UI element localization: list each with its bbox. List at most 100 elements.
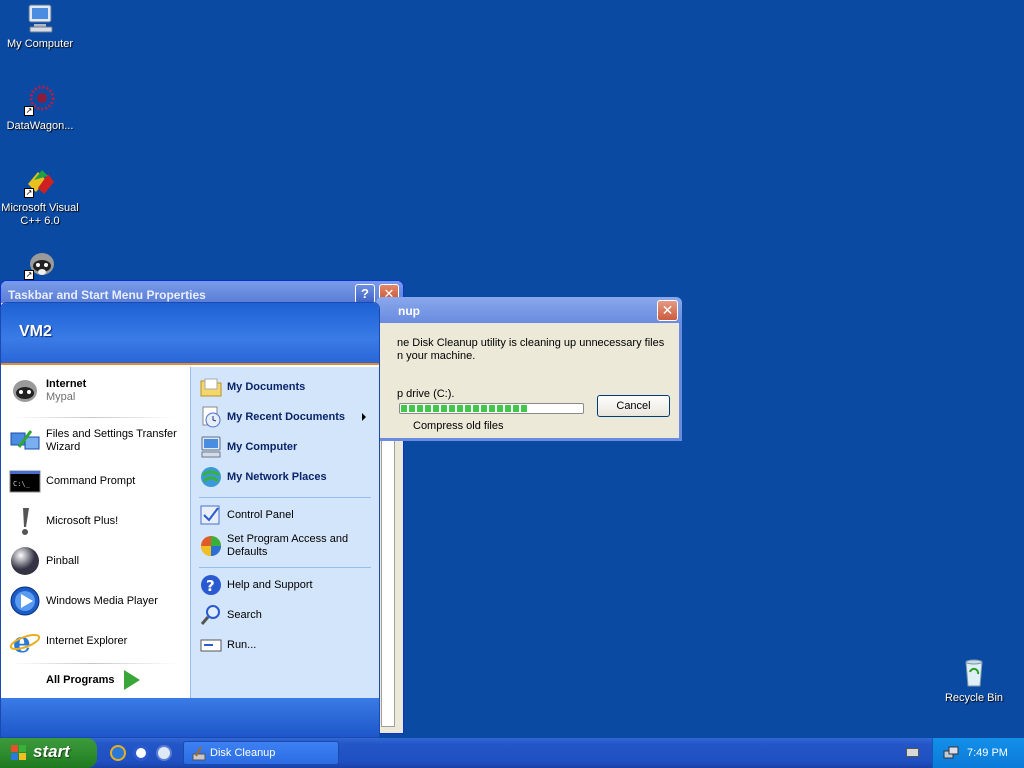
menu-item-internet-explorer[interactable]: e Internet Explorer: [9, 625, 128, 659]
disk-cleanup-dialog: nup ✕ ne Disk Cleanup utility is cleanin…: [376, 297, 682, 441]
help-button[interactable]: ?: [355, 284, 375, 304]
datawagon-icon: ↗: [24, 84, 56, 116]
quicklaunch-media-icon[interactable]: [156, 745, 172, 761]
keyboard-icon[interactable]: [906, 748, 919, 757]
menu-item-microsoft-plus[interactable]: Microsoft Plus!: [9, 505, 118, 537]
progress-fill: [401, 405, 528, 412]
drive-text: p drive (C:).: [397, 388, 455, 400]
menu-item-label: Search: [227, 608, 262, 621]
svg-text:C:\_: C:\_: [13, 480, 31, 488]
menu-item-label: My Recent Documents: [227, 410, 345, 423]
menu-item-my-computer[interactable]: My Computer: [199, 435, 297, 459]
quicklaunch-browser-icon[interactable]: [133, 745, 149, 761]
start-menu-header: VM2: [1, 303, 379, 365]
cancel-button[interactable]: Cancel: [597, 395, 670, 417]
desktop-icon-label: My Computer: [6, 38, 74, 50]
menu-item-files-transfer[interactable]: Files and Settings Transfer Wizard: [9, 425, 177, 457]
recycle-bin-icon: [958, 656, 990, 688]
desktop-icon-label: Recycle Bin: [944, 692, 1004, 704]
menu-item-network-places[interactable]: My Network Places: [199, 465, 327, 489]
taskbar: start Disk Cleanup 7:49 PM: [0, 738, 1024, 768]
user-name: VM2: [19, 323, 52, 340]
menu-separator: [199, 567, 371, 568]
start-menu: VM2 Internet Mypal Files and Settings Tr…: [0, 302, 380, 738]
pinned-subtitle: Mypal: [46, 391, 76, 403]
submenu-arrow-icon: [362, 413, 366, 421]
recent-documents-icon: [199, 405, 223, 429]
windows-logo-icon: [11, 745, 28, 761]
menu-item-label: Files and Settings Transfer Wizard: [46, 428, 177, 453]
pinned-title: Internet: [46, 378, 87, 390]
command-prompt-icon: C:\_: [9, 465, 41, 497]
window-title-bar[interactable]: nup ✕: [376, 297, 682, 323]
program-access-icon: [199, 534, 223, 558]
visual-cpp-icon: ↗: [24, 166, 56, 198]
clock[interactable]: 7:49 PM: [967, 747, 1008, 759]
menu-separator: [11, 417, 176, 418]
run-icon: [199, 633, 223, 657]
desktop-icon-raccoon[interactable]: ↗: [0, 248, 80, 284]
window-title: Taskbar and Start Menu Properties: [8, 288, 206, 302]
menu-item-label: Pinball: [46, 554, 80, 567]
quicklaunch-ie-icon[interactable]: [110, 745, 126, 761]
network-places-icon: [199, 465, 223, 489]
search-icon: [199, 603, 223, 627]
menu-item-help-support[interactable]: ? Help and Support: [199, 573, 313, 597]
system-tray: 7:49 PM: [932, 738, 1024, 768]
menu-item-label: My Documents: [227, 380, 306, 393]
menu-item-search[interactable]: Search: [199, 603, 262, 627]
menu-item-label: Internet Explorer: [46, 634, 128, 647]
disk-cleanup-icon: [192, 746, 206, 761]
menu-item-recent-documents[interactable]: My Recent Documents: [199, 405, 374, 429]
menu-item-my-documents[interactable]: My Documents: [199, 375, 305, 399]
all-programs-label: All Programs: [46, 674, 115, 686]
menu-item-program-access[interactable]: Set Program Access and Defaults: [199, 533, 348, 559]
menu-item-windows-media-player[interactable]: Windows Media Player: [9, 585, 158, 617]
my-computer-icon: [24, 2, 56, 34]
menu-item-control-panel[interactable]: Control Panel: [199, 503, 294, 527]
menu-item-label: Control Panel: [227, 508, 294, 521]
menu-separator: [199, 497, 371, 498]
shortcut-arrow-icon: ↗: [24, 188, 34, 198]
taskbar-button-disk-cleanup[interactable]: Disk Cleanup: [183, 741, 339, 765]
close-button[interactable]: ✕: [657, 300, 678, 321]
desktop-icon-datawagon[interactable]: ↗ DataWagon...: [0, 84, 80, 133]
transfer-wizard-icon: [9, 425, 41, 457]
start-menu-right-pane: My Documents My Recent Documents My Comp…: [190, 367, 379, 698]
cleanup-status: Compress old files: [413, 420, 504, 432]
menu-item-label: Help and Support: [227, 578, 313, 591]
cleanup-progress-bar: [399, 403, 584, 414]
folder-documents-icon: [199, 375, 223, 399]
window-title-bar[interactable]: Taskbar and Start Menu Properties ? ✕: [1, 281, 403, 304]
menu-item-run[interactable]: Run...: [199, 633, 256, 657]
pinned-internet[interactable]: Internet Mypal: [9, 375, 86, 407]
internet-explorer-icon: e: [9, 625, 41, 659]
desktop-icon-visual-cpp[interactable]: ↗ Microsoft Visual C++ 6.0: [0, 166, 80, 228]
menu-item-label: Microsoft Plus!: [46, 514, 119, 527]
start-menu-footer: [1, 698, 379, 737]
raccoon-browser-icon: [9, 375, 41, 407]
desktop-icon-label: Microsoft Visual C++ 6.0: [1, 202, 79, 227]
all-programs-button[interactable]: All Programs: [46, 670, 141, 690]
window-title: nup: [398, 304, 420, 318]
menu-separator: [11, 663, 176, 664]
desktop-icon-my-computer[interactable]: My Computer: [0, 2, 80, 51]
control-panel-icon: [199, 503, 223, 527]
my-computer-icon: [199, 435, 223, 459]
network-tray-icon[interactable]: [943, 745, 959, 761]
menu-item-label: My Computer: [227, 440, 298, 453]
media-player-icon: [9, 585, 41, 617]
shortcut-arrow-icon: ↗: [24, 106, 34, 116]
start-menu-left-pane: Internet Mypal Files and Settings Transf…: [1, 367, 190, 698]
arrow-right-icon: [124, 670, 141, 690]
pinball-icon: [9, 545, 41, 577]
desktop-icon-recycle-bin[interactable]: Recycle Bin: [934, 656, 1014, 705]
cleanup-message: ne Disk Cleanup utility is cleaning up u…: [397, 337, 665, 362]
task-label: Disk Cleanup: [210, 747, 276, 759]
raccoon-icon: ↗: [24, 248, 56, 280]
menu-item-label: Run...: [227, 638, 257, 651]
menu-item-pinball[interactable]: Pinball: [9, 545, 79, 577]
start-button[interactable]: start: [0, 738, 97, 768]
menu-item-command-prompt[interactable]: C:\_ Command Prompt: [9, 465, 135, 497]
svg-text:?: ?: [206, 577, 215, 595]
